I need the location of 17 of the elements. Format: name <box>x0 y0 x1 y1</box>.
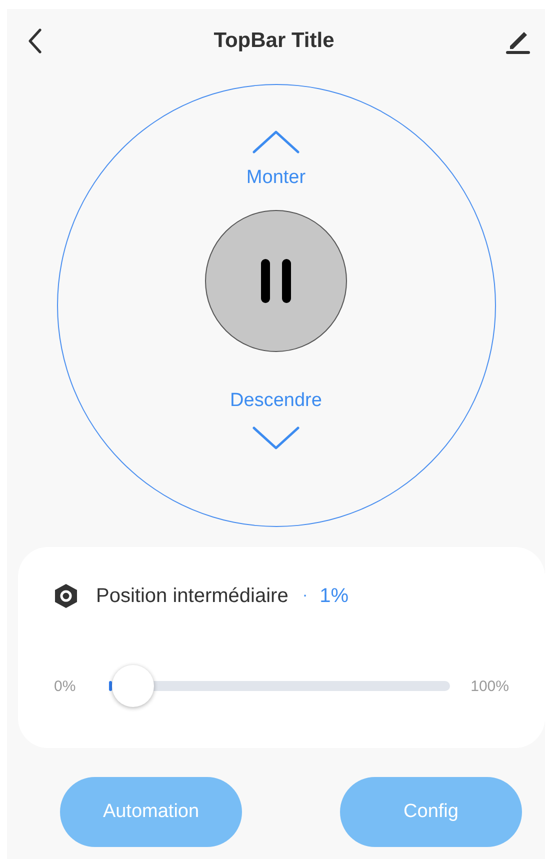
pause-icon <box>259 257 293 305</box>
chevron-down-icon[interactable] <box>252 426 300 450</box>
hexagon-icon <box>54 583 78 609</box>
chevron-up-icon[interactable] <box>252 130 300 154</box>
separator-dot: · <box>302 587 308 605</box>
slider-thumb[interactable] <box>112 665 154 707</box>
max-label: 100% <box>470 678 509 694</box>
position-label: Position intermédiaire <box>96 584 288 608</box>
position-value: 1% <box>320 584 349 608</box>
position-slider[interactable] <box>108 664 450 708</box>
down-button[interactable]: Descendre <box>230 390 322 412</box>
back-icon[interactable] <box>27 28 43 54</box>
up-button[interactable]: Monter <box>246 167 306 189</box>
action-button[interactable]: Automation <box>60 777 242 847</box>
min-label: 0% <box>54 678 76 694</box>
action-button[interactable]: Config <box>340 777 522 847</box>
page-title: TopBar Title <box>214 29 334 53</box>
